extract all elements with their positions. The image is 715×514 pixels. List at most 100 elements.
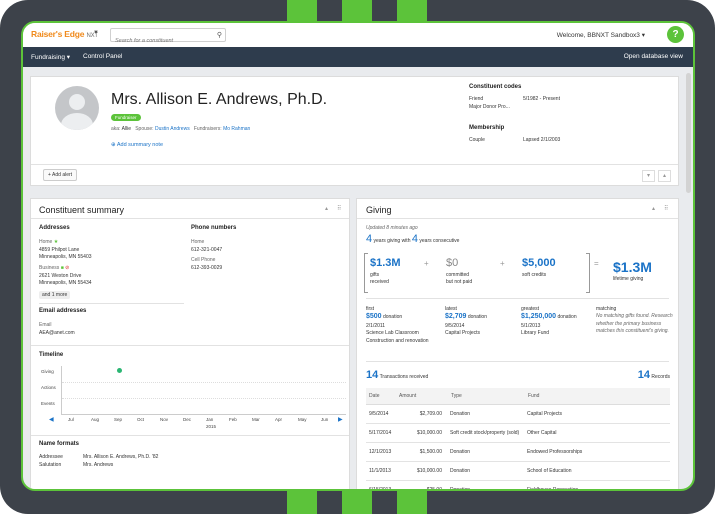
addresses-title: Addresses bbox=[39, 225, 70, 231]
nav-control-panel[interactable]: Control Panel bbox=[83, 53, 122, 60]
timeline-month: Nov bbox=[160, 417, 169, 422]
cell-fund: Fieldhouse Renovation bbox=[527, 480, 670, 489]
more-addresses-button[interactable]: and 1 more bbox=[39, 291, 71, 299]
spouse-label: Spouse: bbox=[135, 126, 154, 132]
welcome-text[interactable]: Welcome, BBNXT Sandbox3 ▾ bbox=[557, 31, 645, 39]
search-input[interactable] bbox=[111, 35, 211, 47]
latest-gift-title: latest bbox=[445, 306, 457, 312]
left-bracket bbox=[364, 253, 368, 293]
table-row[interactable]: 12/1/2013 $1,500.00 Donation Endowed Pro… bbox=[366, 442, 670, 462]
nav-bar: Fundraising ▾ Control Panel Open databas… bbox=[23, 47, 693, 67]
chevron-down-icon[interactable]: ▾ bbox=[642, 170, 655, 182]
collapse-icon[interactable]: ▴ bbox=[325, 205, 328, 212]
greatest-gift-amount[interactable]: $1,250,000 bbox=[521, 313, 556, 320]
first-gift-fund: Science Lab Classroom Construction and r… bbox=[366, 330, 429, 344]
fundraiser-link[interactable]: Mo Rahman bbox=[223, 126, 250, 132]
drag-handle-icon[interactable]: ⠿ bbox=[664, 205, 668, 212]
table-header-row: Date Amount Type Fund bbox=[366, 388, 670, 405]
timeline-giving-marker[interactable] bbox=[117, 368, 122, 373]
cell-fund: Endowed Professorships bbox=[527, 442, 670, 462]
transactions-label: Transactions received bbox=[379, 374, 429, 380]
column-header[interactable]: Amount bbox=[398, 388, 450, 405]
committed-value: $0 bbox=[446, 257, 459, 269]
plus-icon: + bbox=[48, 172, 51, 178]
timeline-row-label: Actions bbox=[41, 385, 56, 390]
cell-fund: Capital Projects bbox=[527, 404, 670, 424]
timeline-month: Aug bbox=[91, 417, 100, 422]
collapse-icon[interactable]: ▴ bbox=[652, 205, 655, 212]
relationships-line: aka: Allie Spouse: Dustin Andrews Fundra… bbox=[111, 126, 250, 132]
address-divider bbox=[39, 303, 184, 304]
column-header[interactable]: Date bbox=[366, 388, 398, 405]
timeline-title: Timeline bbox=[39, 352, 64, 358]
first-gift-type: donation bbox=[382, 314, 403, 320]
business-address-line1[interactable]: 2621 Wexton Drive bbox=[39, 273, 81, 279]
chevron-down-icon[interactable]: ▼ bbox=[93, 30, 99, 36]
first-gift-amount[interactable]: $500 bbox=[366, 313, 382, 320]
cell-date: 6/15/2013 bbox=[366, 480, 398, 489]
summary-title: Constituent summary bbox=[39, 205, 125, 215]
drag-handle-icon[interactable]: ⠿ bbox=[337, 205, 341, 212]
timeline-plot bbox=[61, 366, 346, 415]
home-address-line1[interactable]: 4859 Philpot Lane bbox=[39, 247, 79, 253]
cell-type: Donation bbox=[450, 461, 527, 481]
search-icon[interactable]: ⚲ bbox=[217, 31, 222, 39]
cell-date: 5/17/2014 bbox=[366, 423, 398, 443]
greatest-gift-date: 5/1/2013 bbox=[521, 323, 541, 329]
help-icon[interactable]: ? bbox=[667, 26, 684, 43]
latest-gift-date: 9/5/2014 bbox=[445, 323, 465, 329]
greatest-gift-fund: Library Fund bbox=[521, 330, 550, 336]
phone-home-link[interactable]: 612-321-0047 bbox=[191, 247, 222, 253]
business-label-text: Business bbox=[39, 265, 60, 271]
cell-fund: Other Capital bbox=[527, 423, 670, 443]
page-scrollbar[interactable] bbox=[686, 73, 691, 193]
home-address-label: Home ★ bbox=[39, 239, 58, 245]
phone-cell-link[interactable]: 612-393-0029 bbox=[191, 265, 222, 271]
first-gift-amount-line: $500 donation bbox=[366, 313, 402, 320]
latest-gift-amount[interactable]: $2,709 bbox=[445, 313, 466, 320]
lifetime-giving-value: $1.3M bbox=[613, 259, 652, 275]
matching-title: matching bbox=[596, 306, 617, 312]
table-row[interactable]: 5/17/2014 $10,000.00 Soft credit stock/p… bbox=[366, 423, 670, 443]
business-address-line2[interactable]: Minneapolis, MN 55434 bbox=[39, 280, 92, 286]
addressee-value: Mrs. Allison E. Andrews, Ph.D. '82 bbox=[83, 454, 159, 460]
table-row[interactable]: 6/15/2013 $25.00 Donation Fieldhouse Ren… bbox=[366, 480, 670, 489]
timeline-year: 2015 bbox=[206, 424, 217, 429]
timeline-row-label: Giving bbox=[41, 369, 54, 374]
nav-fundraising[interactable]: Fundraising ▾ bbox=[31, 53, 70, 61]
records-label: Records bbox=[651, 374, 670, 380]
cell-amount: $1,500.00 bbox=[398, 442, 450, 462]
top-stripe-right bbox=[397, 0, 427, 22]
right-bracket bbox=[586, 253, 590, 293]
plus-circle-icon: ⊕ bbox=[111, 142, 116, 148]
summary-divider bbox=[31, 218, 349, 219]
timeline-prev-arrow[interactable]: ◀ bbox=[49, 416, 54, 423]
timeline-month: Oct bbox=[137, 417, 145, 422]
add-alert-button[interactable]: + Add alert bbox=[43, 169, 78, 181]
salutation-label: Salutation bbox=[39, 462, 62, 468]
spouse-link[interactable]: Dustin Andrews bbox=[155, 126, 190, 132]
greatest-gift-type: donation bbox=[557, 314, 577, 320]
add-summary-note-button[interactable]: ⊕ Add summary note bbox=[111, 142, 163, 148]
table-row[interactable]: 9/5/2014 $2,709.00 Donation Capital Proj… bbox=[366, 404, 670, 424]
email-link[interactable]: AEA@anet.com bbox=[39, 330, 75, 336]
logo[interactable]: Raiser's Edge NXT bbox=[31, 29, 98, 39]
cell-type: Donation bbox=[450, 404, 527, 424]
years-giving-number: 4 bbox=[366, 233, 373, 245]
timeline-month: Mar bbox=[252, 417, 260, 422]
avatar bbox=[55, 86, 99, 130]
cell-type: Soft credit stock/property (sold) bbox=[450, 423, 527, 443]
column-header[interactable]: Fund bbox=[527, 388, 670, 405]
timeline-next-arrow[interactable]: ▶ bbox=[338, 416, 343, 423]
years-consecutive-text: years consecutive bbox=[419, 238, 460, 244]
committed-label2: but not paid bbox=[446, 279, 473, 285]
open-database-view-link[interactable]: Open database view bbox=[624, 53, 683, 60]
code-name: Major Donor Pro... bbox=[469, 104, 510, 110]
app-window: Raiser's Edge NXT ▼ ⚲ Welcome, BBNXT San… bbox=[21, 21, 695, 491]
cell-type: Donation bbox=[450, 480, 527, 489]
table-row[interactable]: 11/1/2013 $10,000.00 Donation School of … bbox=[366, 461, 670, 481]
home-address-line2[interactable]: Minneapolis, MN 55403 bbox=[39, 254, 92, 260]
column-header[interactable]: Type bbox=[450, 388, 527, 405]
top-stripe-mid bbox=[342, 0, 372, 22]
chevron-up-icon[interactable]: ▴ bbox=[658, 170, 671, 182]
